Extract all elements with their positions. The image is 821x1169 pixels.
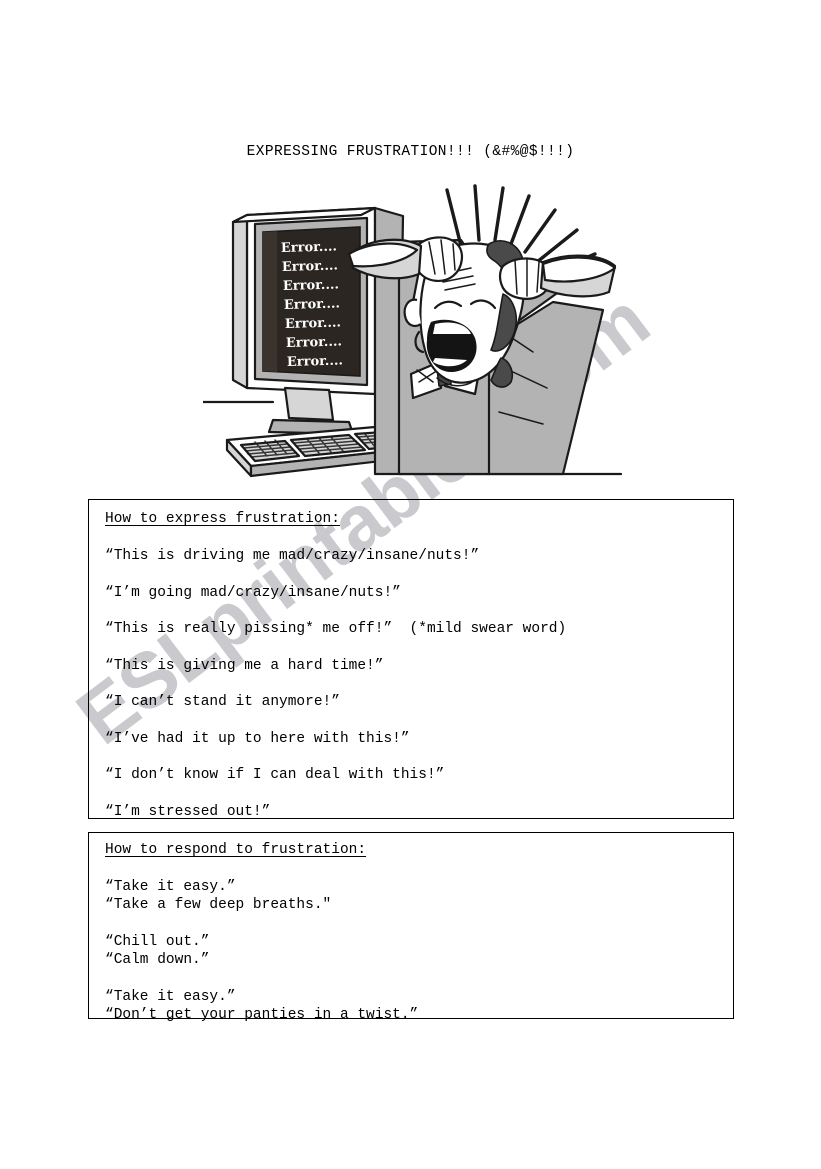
express-frustration-heading: How to express frustration:	[105, 511, 340, 527]
page-title: EXPRESSING FRUSTRATION!!! (&#%@$!!!)	[246, 144, 575, 160]
illustration-frustrated-man-at-computer: .ln { fill:none; stroke:#1a1a1a; stroke-…	[203, 182, 623, 492]
svg-text:Error....: Error....	[282, 258, 338, 275]
keyboard	[225, 425, 401, 478]
svg-text:Error....: Error....	[283, 277, 339, 294]
svg-text:Error....: Error....	[287, 353, 343, 370]
svg-text:Error....: Error....	[284, 296, 340, 313]
svg-text:Error....: Error....	[286, 334, 342, 351]
express-frustration-box: How to express frustration: “This is dri…	[88, 499, 734, 819]
list-item: “I don’t know if I can deal with this!”	[105, 767, 445, 783]
list-item: “I’m stressed out!”	[105, 803, 271, 820]
phrase-group: “Chill out.” “Calm down.”	[99, 933, 721, 970]
list-item: “Take a few deep breaths."	[105, 897, 332, 914]
list-item: “Take it easy.”	[105, 988, 236, 1005]
list-item: “I’ve had it up to here with this!”	[105, 730, 410, 747]
svg-text:Error....: Error....	[281, 239, 337, 256]
respond-phrase-groups: “Take it easy.” “Take a few deep breaths…	[99, 878, 721, 1024]
list-item: “This is giving me a hard time!”	[105, 657, 384, 674]
respond-frustration-box: How to respond to frustration: “Take it …	[88, 832, 734, 1023]
list-item: “This is driving me mad/crazy/insane/nut…	[105, 548, 480, 564]
list-item: “I can’t stand it anymore!”	[105, 694, 340, 710]
respond-frustration-heading: How to respond to frustration:	[105, 842, 367, 858]
svg-text:Error....: Error....	[285, 315, 341, 332]
phrase-group: “Take it easy.” “Don’t get your panties …	[99, 988, 721, 1025]
phrase-group: “Take it easy.” “Take a few deep breaths…	[99, 878, 721, 915]
list-item: “Don’t get your panties in a twist.”	[105, 1007, 419, 1024]
list-item: “Calm down.”	[105, 952, 210, 969]
express-phrase-list: “This is driving me mad/crazy/insane/nut…	[99, 549, 721, 819]
list-item: “Take it easy.”	[105, 879, 236, 895]
list-item: “Chill out.”	[105, 933, 210, 950]
list-item: “I’m going mad/crazy/insane/nuts!”	[105, 584, 401, 601]
list-item: “This is really pissing* me off!” (*mild…	[105, 621, 567, 637]
